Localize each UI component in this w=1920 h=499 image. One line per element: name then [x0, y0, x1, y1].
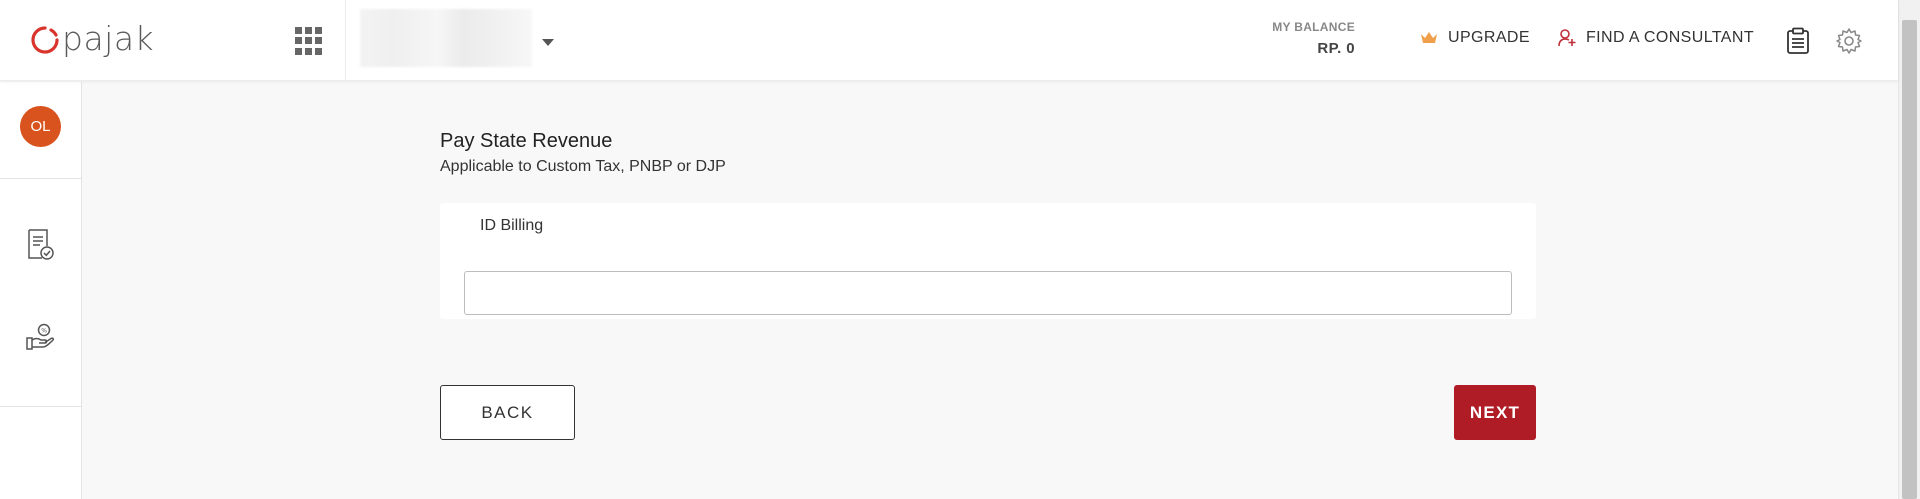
- company-name-redacted: [360, 9, 532, 67]
- find-consultant-label: FIND A CONSULTANT: [1586, 29, 1755, 46]
- consultant-icon: [1557, 28, 1577, 48]
- back-button[interactable]: BACK: [440, 385, 575, 440]
- logo-text: pajak: [62, 18, 155, 58]
- gear-icon[interactable]: [1834, 26, 1864, 56]
- left-sidebar: OL %: [0, 82, 82, 499]
- svg-text:%: %: [41, 328, 47, 335]
- sidebar-divider: [0, 178, 82, 179]
- id-billing-label: ID Billing: [480, 217, 544, 234]
- upgrade-link[interactable]: UPGRADE: [1419, 28, 1530, 48]
- id-billing-card: ID Billing: [440, 203, 1536, 319]
- logo-mark-icon: [31, 26, 59, 54]
- page-subtitle: Applicable to Custom Tax, PNBP or DJP: [440, 158, 726, 175]
- logo[interactable]: pajak: [30, 22, 154, 58]
- top-header: pajak MY BALANCE RP. 0 UPGRADE FIND A CO…: [0, 0, 1898, 81]
- page-title: Pay State Revenue: [440, 130, 613, 152]
- document-check-icon[interactable]: [24, 226, 58, 264]
- avatar[interactable]: OL: [20, 106, 61, 147]
- find-consultant-link[interactable]: FIND A CONSULTANT: [1557, 28, 1754, 48]
- sidebar-divider: [0, 406, 82, 407]
- chevron-down-icon: [542, 39, 554, 46]
- balance-display: MY BALANCE RP. 0: [1240, 20, 1355, 57]
- crown-icon: [1419, 28, 1439, 48]
- company-selector[interactable]: [360, 9, 560, 67]
- scrollbar[interactable]: [1898, 0, 1920, 499]
- id-billing-input[interactable]: [464, 271, 1512, 315]
- hand-coin-icon[interactable]: %: [24, 318, 58, 356]
- apps-grid-icon[interactable]: [295, 27, 323, 55]
- balance-value: RP. 0: [1317, 40, 1355, 57]
- scrollbar-thumb[interactable]: [1902, 20, 1917, 499]
- clipboard-icon[interactable]: [1783, 26, 1813, 56]
- balance-label: MY BALANCE: [1272, 20, 1355, 34]
- upgrade-label: UPGRADE: [1448, 29, 1530, 46]
- header-divider: [345, 0, 346, 81]
- next-button[interactable]: NEXT: [1454, 385, 1536, 440]
